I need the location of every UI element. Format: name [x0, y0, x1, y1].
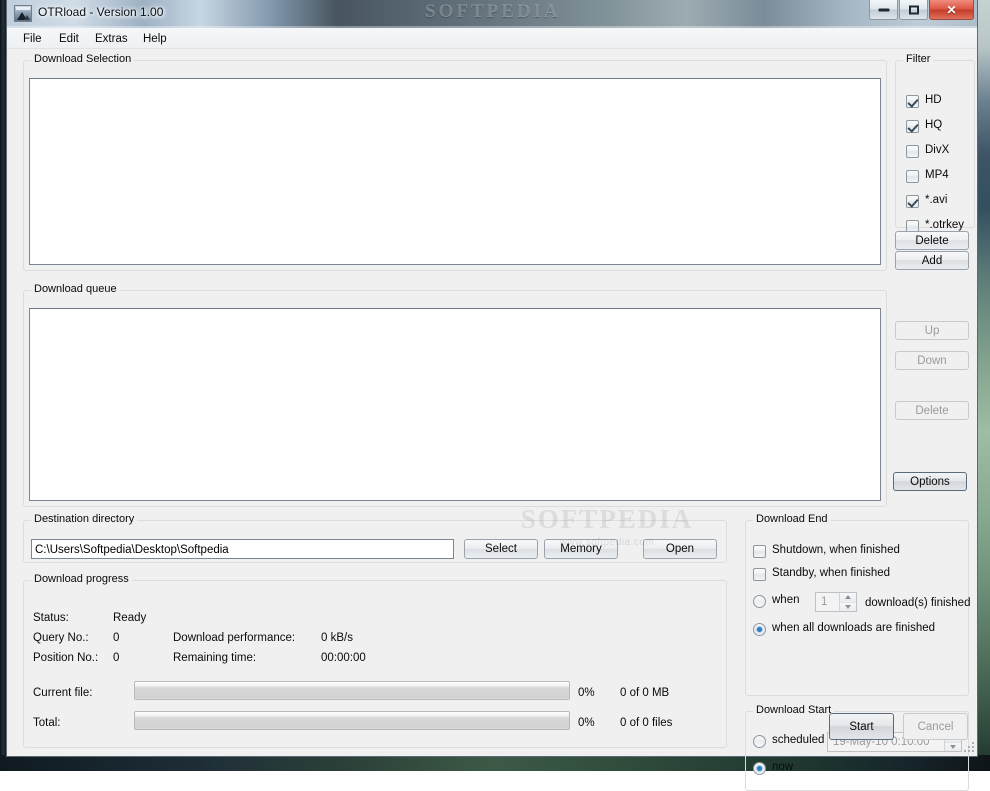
close-button[interactable]: ✕	[929, 0, 974, 20]
menu-item-help[interactable]: Help	[135, 31, 175, 47]
checkbox-icon	[906, 95, 919, 108]
filter-label-hd: HD	[925, 94, 942, 106]
download-count-value[interactable]: 1	[816, 593, 839, 611]
when-label: when	[772, 594, 800, 606]
spinner-up-icon[interactable]	[840, 593, 856, 603]
resize-grip[interactable]	[962, 740, 974, 752]
restore-icon	[909, 5, 919, 14]
radio-icon	[753, 762, 766, 775]
destination-open-button[interactable]: Open	[643, 539, 717, 559]
app-icon[interactable]	[14, 5, 32, 22]
status-value: Ready	[113, 612, 146, 624]
window-title: OTRload - Version 1.00	[38, 5, 163, 19]
downloads-finished-label: download(s) finished	[865, 597, 970, 609]
shutdown-when-finished-label: Shutdown, when finished	[772, 544, 900, 556]
title-bar[interactable]: SOFTPEDIA OTRload - Version 1.00 ✕	[7, 0, 977, 28]
queue-up-button[interactable]: Up	[895, 321, 969, 340]
download-queue-legend: Download queue	[31, 283, 120, 295]
when-all-downloads-label: when all downloads are finished	[772, 622, 935, 634]
menu-item-edit[interactable]: Edit	[51, 31, 87, 47]
filter-label-avi: *.avi	[925, 194, 947, 206]
filter-label-otrkey: *.otrkey	[925, 219, 964, 231]
current-file-label: Current file:	[33, 687, 92, 699]
destination-memory-button[interactable]: Memory	[544, 539, 618, 559]
current-file-progressbar	[134, 681, 570, 700]
current-file-amount: 0 of 0 MB	[620, 687, 669, 699]
checkbox-icon	[753, 545, 766, 558]
queue-delete-button[interactable]: Delete	[895, 401, 969, 420]
total-percent: 0%	[578, 717, 595, 729]
download-progress-legend: Download progress	[31, 573, 132, 585]
menu-item-file[interactable]: File	[15, 31, 50, 47]
filter-add-button[interactable]: Add	[895, 251, 969, 270]
total-amount: 0 of 0 files	[620, 717, 672, 729]
remaining-time-label: Remaining time:	[173, 652, 256, 664]
destination-legend: Destination directory	[31, 513, 137, 525]
standby-when-finished-label: Standby, when finished	[772, 567, 890, 579]
query-no-label: Query No.:	[33, 632, 89, 644]
close-icon: ✕	[946, 4, 956, 16]
checkbox-icon	[906, 145, 919, 158]
cancel-button[interactable]: Cancel	[903, 713, 968, 740]
client-area: Download Selection Filter HD HQ DivX MP4…	[7, 49, 977, 755]
checkbox-icon	[753, 568, 766, 581]
filter-label-hq: HQ	[925, 119, 942, 131]
radio-icon	[753, 623, 766, 636]
current-file-percent: 0%	[578, 687, 595, 699]
spinner-down-icon[interactable]	[840, 603, 856, 612]
total-label: Total:	[33, 717, 61, 729]
checkbox-icon	[906, 120, 919, 133]
minimize-icon	[878, 8, 889, 11]
radio-icon	[753, 595, 766, 608]
download-performance-value: 0 kB/s	[321, 632, 353, 644]
status-label: Status:	[33, 612, 69, 624]
maximize-button[interactable]	[899, 0, 928, 20]
checkbox-icon	[906, 170, 919, 183]
download-count-spinner[interactable]: 1	[815, 592, 857, 612]
total-progressbar	[134, 711, 570, 730]
position-no-value: 0	[113, 652, 119, 664]
download-end-legend: Download End	[753, 513, 831, 525]
destination-select-button[interactable]: Select	[464, 539, 538, 559]
menu-item-extras[interactable]: Extras	[87, 31, 136, 47]
start-button[interactable]: Start	[829, 713, 894, 740]
spinner-down-icon[interactable]	[945, 743, 961, 752]
download-queue-list[interactable]	[29, 308, 881, 501]
download-start-legend: Download Start	[753, 704, 834, 716]
download-selection-legend: Download Selection	[31, 53, 134, 65]
download-selection-list[interactable]	[29, 78, 881, 265]
destination-path-input[interactable]: C:\Users\Softpedia\Desktop\Softpedia	[31, 539, 454, 559]
filter-label-mp4: MP4	[925, 169, 949, 181]
download-performance-label: Download performance:	[173, 632, 295, 644]
queue-options-button[interactable]: Options	[893, 472, 967, 491]
query-no-value: 0	[113, 632, 119, 644]
now-label: now	[772, 761, 793, 773]
position-no-label: Position No.:	[33, 652, 98, 664]
filter-label-divx: DivX	[925, 144, 949, 156]
queue-down-button[interactable]: Down	[895, 351, 969, 370]
application-window: SOFTPEDIA OTRload - Version 1.00 ✕ File …	[6, 0, 978, 757]
menu-bar: File Edit Extras Help	[7, 28, 977, 49]
glass-watermark: SOFTPEDIA	[425, 1, 561, 23]
minimize-button[interactable]	[869, 0, 898, 20]
scheduled-label: scheduled	[772, 734, 824, 746]
filter-delete-button[interactable]: Delete	[895, 231, 969, 250]
radio-icon	[753, 735, 766, 748]
remaining-time-value: 00:00:00	[321, 652, 366, 664]
filter-legend: Filter	[903, 53, 933, 65]
checkbox-icon	[906, 195, 919, 208]
window-controls: ✕	[868, 0, 974, 20]
